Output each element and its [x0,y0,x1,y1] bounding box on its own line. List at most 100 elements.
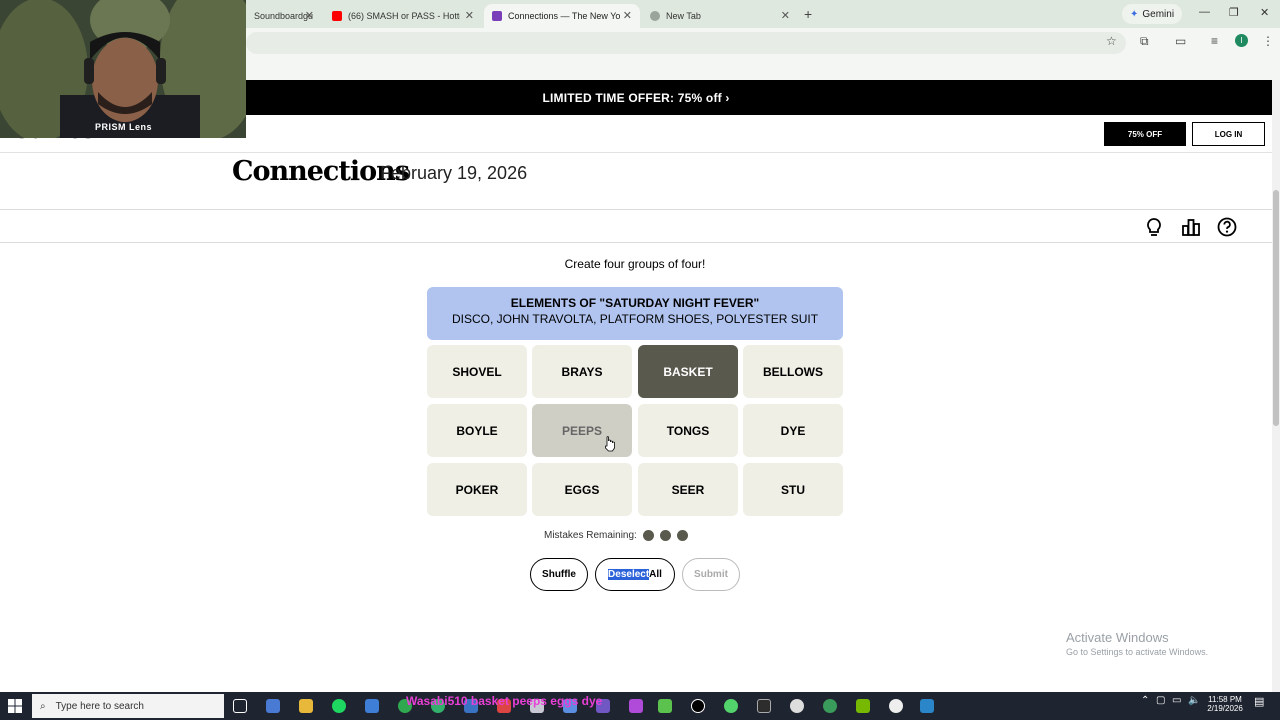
activate-windows-watermark: Activate Windows Go to Settings to activ… [1066,630,1208,657]
task-view-icon[interactable] [233,699,247,713]
webcam-label: PRISM Lens [95,122,153,132]
gemini-button[interactable]: ✦ Gemini [1122,4,1183,24]
taskbar-search[interactable]: ⌕ Type here to search [32,694,224,718]
word-tile[interactable]: PEEPS [532,404,632,457]
activate-subtitle: Go to Settings to activate Windows. [1066,647,1209,657]
tab-soundboard[interactable]: Soundboardgu ✕ [246,4,322,28]
menu-dots-icon[interactable]: ⋮ [1262,34,1274,48]
shuffle-button[interactable]: Shuffle [530,558,588,591]
app-icon[interactable] [629,699,643,713]
globe-icon [650,11,660,21]
chrome-active-icon[interactable] [823,699,837,713]
deselect-all-button[interactable]: Deselect All [595,558,675,591]
epic-games-icon[interactable] [757,699,771,713]
connections-favicon-icon [492,11,502,21]
tab-youtube[interactable]: (66) SMASH or PASS - Hottest ✕ [324,4,482,28]
word-tile[interactable]: SEER [638,463,738,516]
app-icon[interactable] [889,699,903,713]
mistake-dots [637,530,688,541]
notifications-icon[interactable]: ▤ [1254,695,1264,708]
close-icon[interactable]: ✕ [305,9,314,22]
app-icon[interactable] [724,699,738,713]
search-icon: ⌕ [40,700,46,712]
tab-connections[interactable]: Connections — The New York T ✕ [484,4,640,28]
deselect-rest-text: All [649,569,662,580]
tab-label: (66) SMASH or PASS - Hottest [348,11,460,21]
close-icon[interactable]: ✕ [465,9,474,22]
page-scrollbar[interactable] [1272,80,1280,692]
promo-text: LIMITED TIME OFFER: 75% off › [542,90,730,105]
clock-date: 2/19/2026 [1207,704,1243,713]
word-tile[interactable]: EGGS [532,463,632,516]
game-tools-row [0,210,1272,243]
login-button[interactable]: LOG IN [1192,122,1265,146]
clock-time: 11:58 PM [1208,695,1242,704]
minimize-icon[interactable]: — [1199,6,1210,18]
word-tile[interactable]: SHOVEL [427,345,527,398]
close-icon[interactable]: ✕ [623,9,632,22]
file-explorer-icon[interactable] [299,699,313,713]
solved-group: ELEMENTS OF "SATURDAY NIGHT FEVER" DISCO… [427,287,843,340]
tab-new-tab[interactable]: New Tab ✕ [642,4,798,28]
webcam-feed [0,0,246,138]
mouse-cursor-icon [605,436,615,452]
clock[interactable]: 11:58 PM 2/19/2026 [1204,695,1246,713]
app-icon[interactable] [920,699,934,713]
solved-group-title: ELEMENTS OF "SATURDAY NIGHT FEVER" [510,296,760,310]
word-grid: SHOVEL BRAYS BASKET BELLOWS BOYLE PEEPS … [427,345,843,516]
media-controls-icon[interactable]: ≡ [1211,34,1218,48]
bookmark-star-icon[interactable]: ☆ [1106,34,1117,48]
instructions: Create four groups of four! [564,257,706,271]
scrollbar-thumb[interactable] [1273,190,1279,426]
word-tile[interactable]: TONGS [638,404,738,457]
stream-chat-overlay: Wasabi510 basket peeps eggs dye [406,694,603,708]
mistake-dot [659,530,671,541]
address-bar[interactable] [246,32,1126,54]
stats-icon[interactable] [1180,216,1202,238]
tab-label: New Tab [666,11,701,21]
spotify-icon[interactable] [332,699,346,713]
activate-title: Activate Windows [1066,630,1169,645]
mistakes-label: Mistakes Remaining: [544,530,637,541]
webcam-overlay: PRISM Lens [0,0,246,138]
word-tile[interactable]: DYE [743,404,843,457]
game-title-row: Connections February 19, 2026 [0,153,1272,210]
screen: Soundboardgu ✕ (66) SMASH or PASS - Hott… [0,0,1280,720]
word-tile[interactable]: BASKET [638,345,738,398]
offer-button[interactable]: 75% OFF [1104,122,1186,146]
extensions-icon[interactable]: ⧉ [1140,34,1149,49]
copilot-icon[interactable] [266,699,280,713]
word-tile[interactable]: POKER [427,463,527,516]
store-icon[interactable] [365,699,379,713]
volume-icon[interactable]: 🔈 [1188,695,1200,706]
windows-start-icon[interactable] [8,699,22,713]
gemini-label: Gemini [1142,8,1175,20]
network-icon[interactable]: ▢ [1156,695,1165,706]
nvidia-icon[interactable] [856,699,870,713]
close-window-icon[interactable]: ✕ [1260,6,1269,19]
youtube-icon [332,11,342,21]
word-tile[interactable]: BRAYS [532,345,632,398]
app-icon[interactable] [658,699,672,713]
obs-icon[interactable] [691,699,705,713]
word-tile[interactable]: BELLOWS [743,345,843,398]
restore-icon[interactable]: ❐ [1229,6,1239,19]
sparkle-icon: ✦ [1130,8,1139,20]
mistakes-remaining: Mistakes Remaining: [544,530,688,541]
chevron-up-icon[interactable]: ⌃ [1141,695,1149,706]
submit-button[interactable]: Submit [682,558,740,591]
lightbulb-icon[interactable] [1143,216,1165,238]
search-placeholder: Type here to search [55,700,144,712]
word-tile[interactable]: BOYLE [427,404,527,457]
close-icon[interactable]: ✕ [781,9,790,22]
puzzle-date: February 19, 2026 [380,163,528,183]
cast-icon[interactable]: ▭ [1175,34,1186,48]
word-tile[interactable]: STU [743,463,843,516]
display-icon[interactable]: ▭ [1172,695,1181,706]
solved-group-members: DISCO, JOHN TRAVOLTA, PLATFORM SHOES, PO… [451,312,819,326]
new-tab-button[interactable]: + [804,6,812,22]
action-buttons: Shuffle Deselect All Submit [0,558,1272,591]
app-icon[interactable] [790,699,804,713]
profile-avatar[interactable]: I [1235,34,1248,47]
help-icon[interactable] [1216,216,1238,238]
